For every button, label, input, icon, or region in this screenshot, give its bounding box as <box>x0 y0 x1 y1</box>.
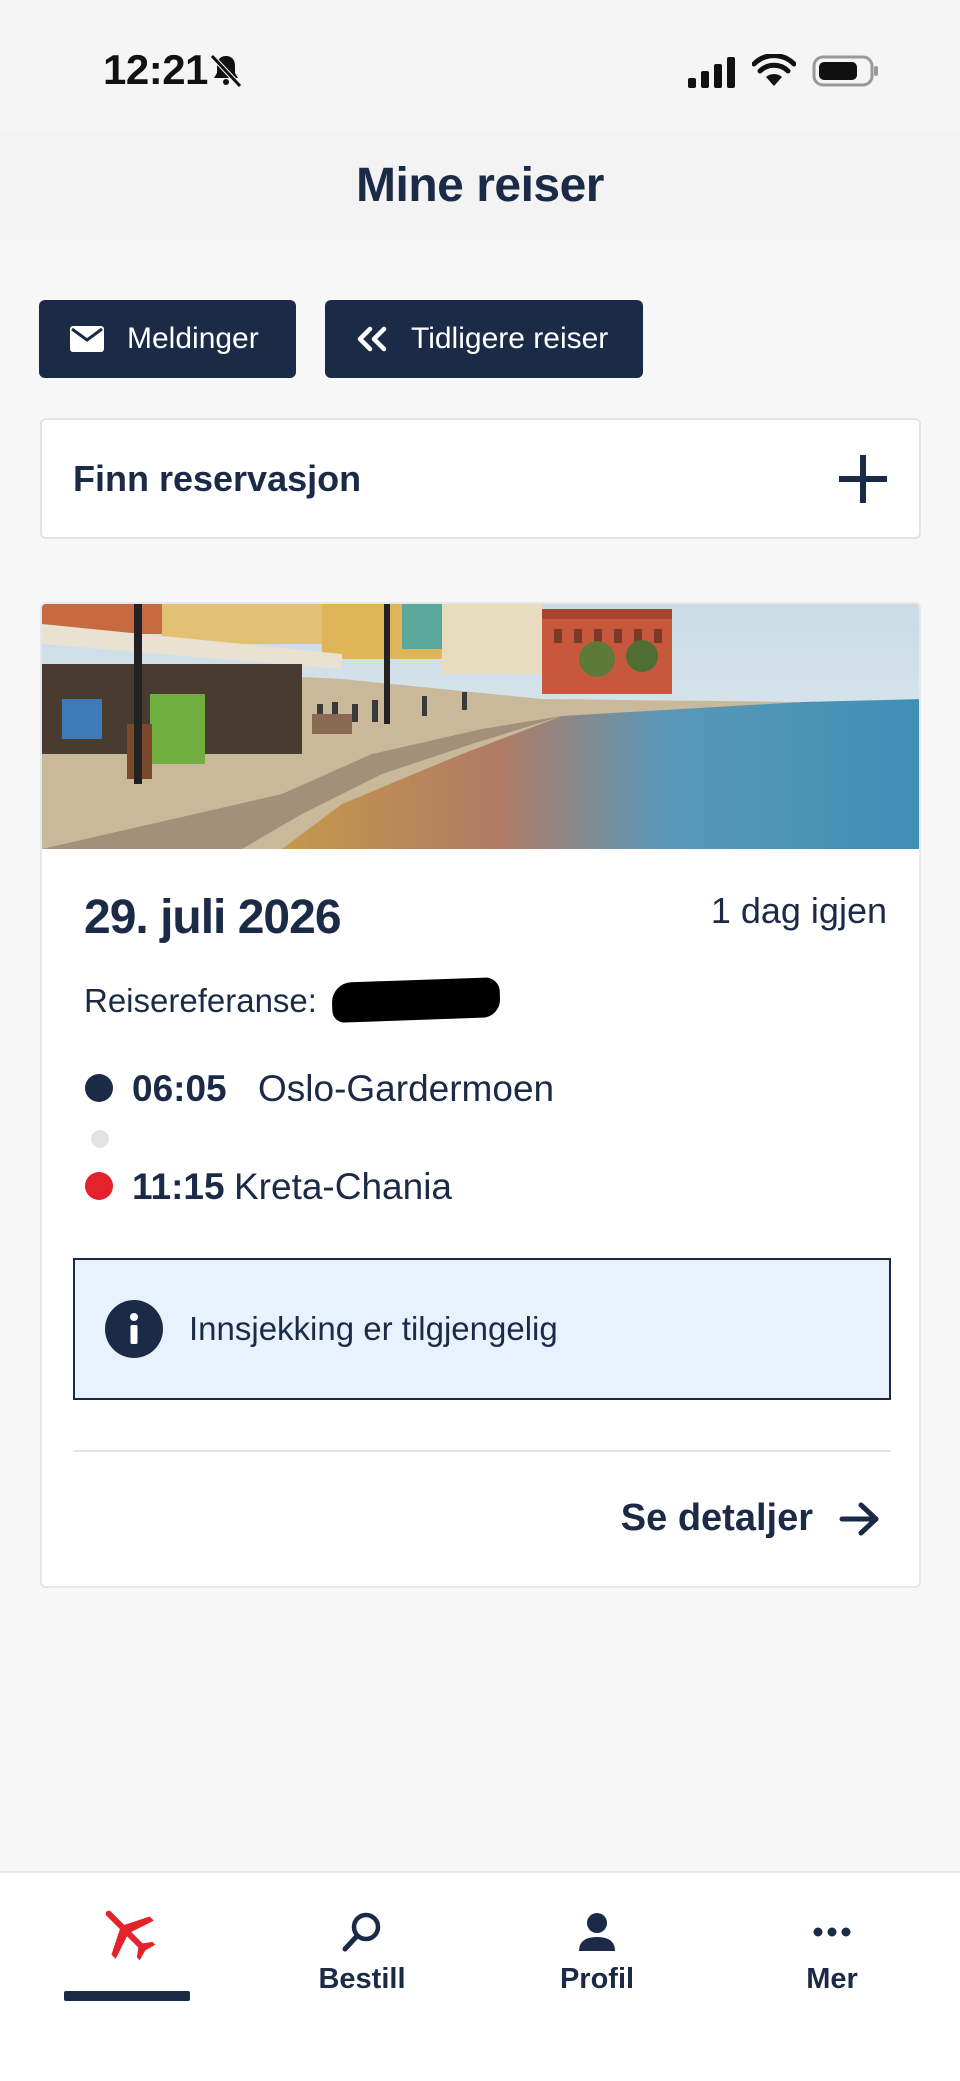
arrival-dot <box>85 1172 113 1200</box>
plus-icon <box>839 454 887 503</box>
route-connector-dot <box>91 1130 109 1148</box>
trip-date: 29. juli 2026 <box>84 891 342 944</box>
find-reservation-label: Finn reservasjon <box>73 457 362 499</box>
person-icon <box>579 1913 615 1951</box>
days-left: 1 dag igjen <box>710 890 887 931</box>
tab-book[interactable]: Bestill <box>242 1873 482 2023</box>
info-icon <box>105 1300 163 1358</box>
reference-label: Reisereferanse: <box>84 982 317 1019</box>
status-bar: 12:21 <box>0 0 960 130</box>
active-tab-indicator <box>64 1991 190 2001</box>
envelope-icon <box>70 326 104 352</box>
reference-redacted <box>331 977 501 1023</box>
header: Mine reiser <box>0 130 960 240</box>
search-icon <box>342 1912 381 1952</box>
departure-time: 06:05 <box>132 1068 227 1109</box>
messages-button-label: Meldinger <box>127 322 259 355</box>
harbor-photo <box>42 604 919 849</box>
tab-profile[interactable]: Profil <box>477 1873 717 2023</box>
departure-place: Oslo-Gardermoen <box>258 1068 555 1109</box>
tab-profile-label: Profil <box>559 1963 635 1995</box>
arrow-right-icon <box>839 1502 879 1535</box>
tab-more-label: Mer <box>806 1963 858 1995</box>
tab-more[interactable]: Mer <box>712 1873 952 2023</box>
more-dots-icon <box>813 1927 851 1937</box>
departure-dot <box>85 1074 113 1102</box>
find-reservation-button[interactable]: Finn reservasjon <box>40 418 921 539</box>
previous-trips-button-label: Tidligere reiser <box>411 322 609 355</box>
double-chevron-left-icon <box>357 326 387 352</box>
see-details-label: Se detaljer <box>620 1497 813 1539</box>
checkin-info-text: Innsjekking er tilgjengelig <box>189 1310 558 1347</box>
page-title: Mine reiser <box>356 158 604 212</box>
signal-icon <box>688 57 735 88</box>
see-details-link[interactable]: Se detaljer <box>621 1497 881 1540</box>
messages-button[interactable]: Meldinger <box>39 300 296 378</box>
status-time: 12:21 <box>103 46 208 93</box>
bottom-tab-bar: Bestill Profil Mer <box>0 1871 960 2081</box>
trip-card[interactable]: 29. juli 2026 1 dag igjen Reisereferanse… <box>40 602 921 1588</box>
arrival-time: 11:15 <box>132 1166 225 1207</box>
bell-muted-icon <box>210 54 242 88</box>
tab-book-label: Bestill <box>318 1963 406 1995</box>
battery-icon <box>812 55 878 87</box>
airplane-icon <box>105 1910 156 1961</box>
checkin-info-banner[interactable]: Innsjekking er tilgjengelig <box>73 1258 891 1400</box>
previous-trips-button[interactable]: Tidligere reiser <box>325 300 643 378</box>
card-divider <box>73 1450 891 1452</box>
arrival-place: Kreta-Chania <box>234 1166 453 1207</box>
wifi-icon <box>752 54 796 86</box>
